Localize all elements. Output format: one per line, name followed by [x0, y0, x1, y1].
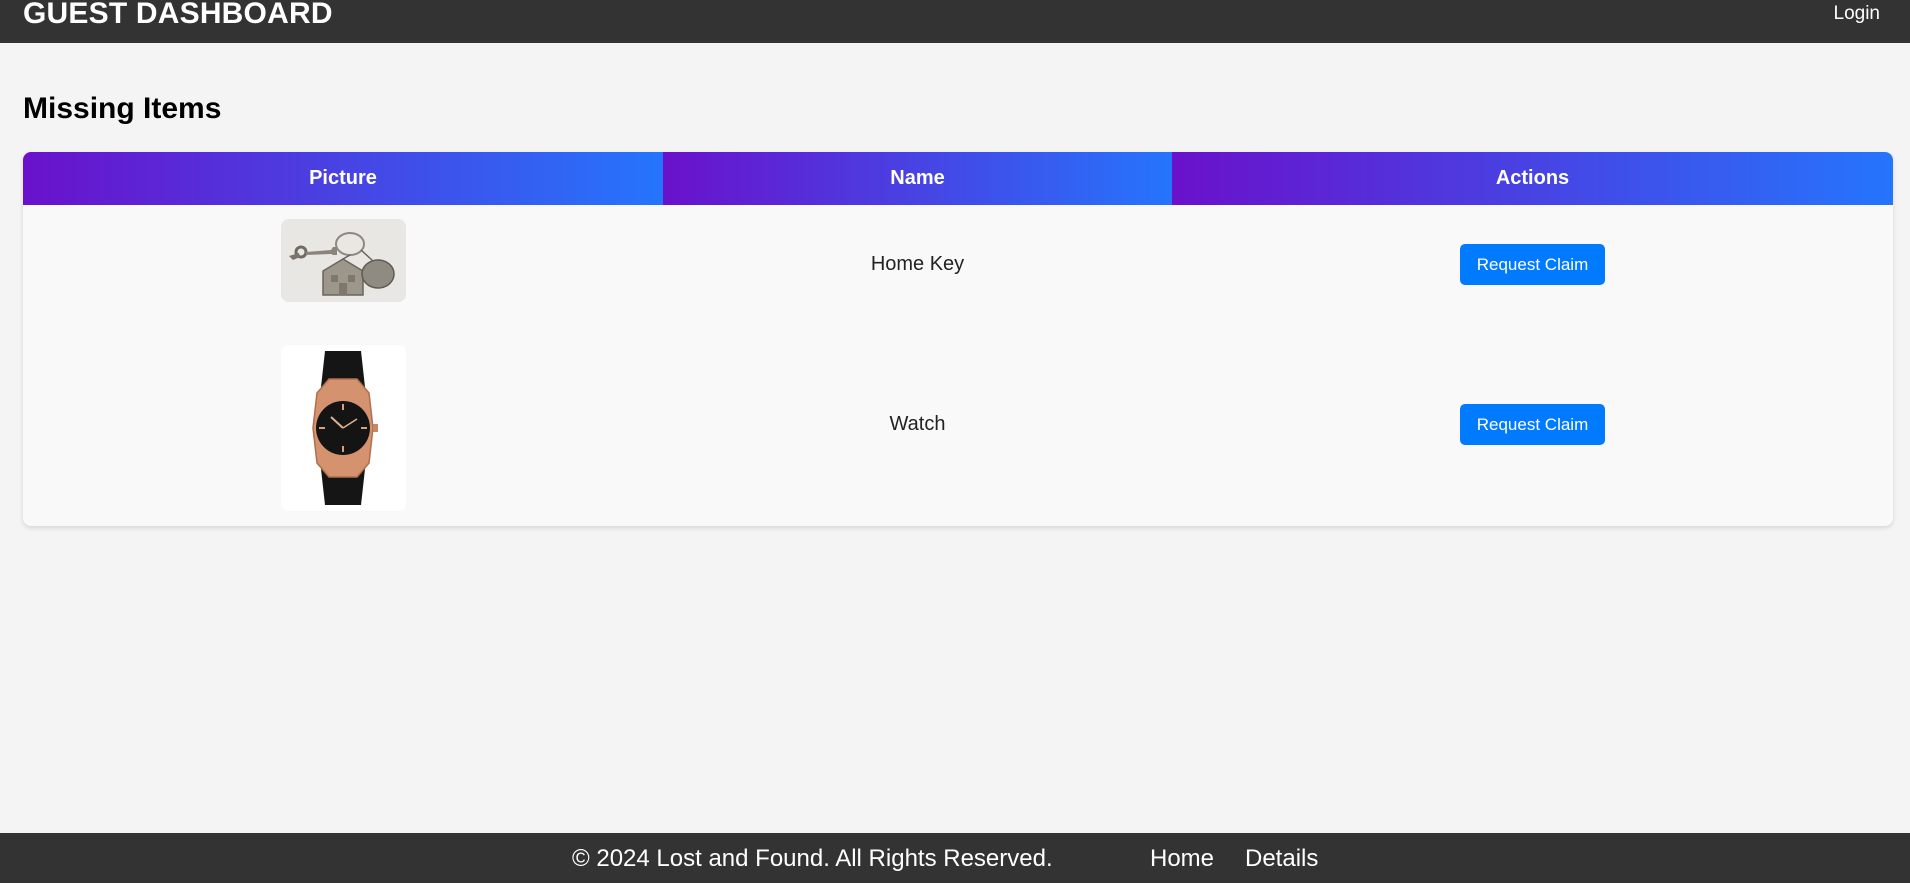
column-header-picture: Picture — [23, 152, 663, 205]
top-navbar: GUEST DASHBOARD Login — [0, 0, 1910, 43]
page-footer: © 2024 Lost and Found. All Rights Reserv… — [0, 833, 1910, 883]
item-name: Watch — [889, 413, 946, 435]
table-row: Home Key Request Claim — [23, 205, 1893, 323]
page-title: Missing Items — [23, 92, 222, 125]
missing-items-table-card: Picture Name Actions Home Key Request Cl… — [23, 152, 1893, 526]
column-header-name: Name — [663, 152, 1172, 205]
request-claim-button[interactable]: Request Claim — [1460, 404, 1605, 445]
item-name: Home Key — [870, 252, 965, 275]
request-claim-button[interactable]: Request Claim — [1460, 243, 1605, 285]
missing-items-table: Picture Name Actions Home Key Request Cl… — [23, 152, 1893, 526]
footer-details-link[interactable]: Details — [1245, 845, 1318, 873]
footer-home-link[interactable]: Home — [1150, 845, 1214, 873]
table-header-row: Picture Name Actions — [23, 152, 1893, 205]
dashboard-title: GUEST DASHBOARD — [23, 0, 333, 30]
column-header-actions: Actions — [1172, 152, 1893, 205]
table-row: Watch Request Claim — [23, 323, 1893, 526]
login-link[interactable]: Login — [1834, 3, 1881, 25]
picture-cell — [23, 323, 663, 526]
wristwatch-icon — [280, 345, 406, 511]
copyright-text: © 2024 Lost and Found. All Rights Reserv… — [572, 845, 1053, 872]
picture-cell — [23, 205, 663, 323]
actions-cell: Request Claim — [1172, 205, 1893, 323]
house-keychain-icon — [280, 218, 406, 302]
actions-cell: Request Claim — [1172, 323, 1893, 526]
house-keychain-image — [280, 218, 406, 302]
wristwatch-image — [280, 345, 406, 511]
